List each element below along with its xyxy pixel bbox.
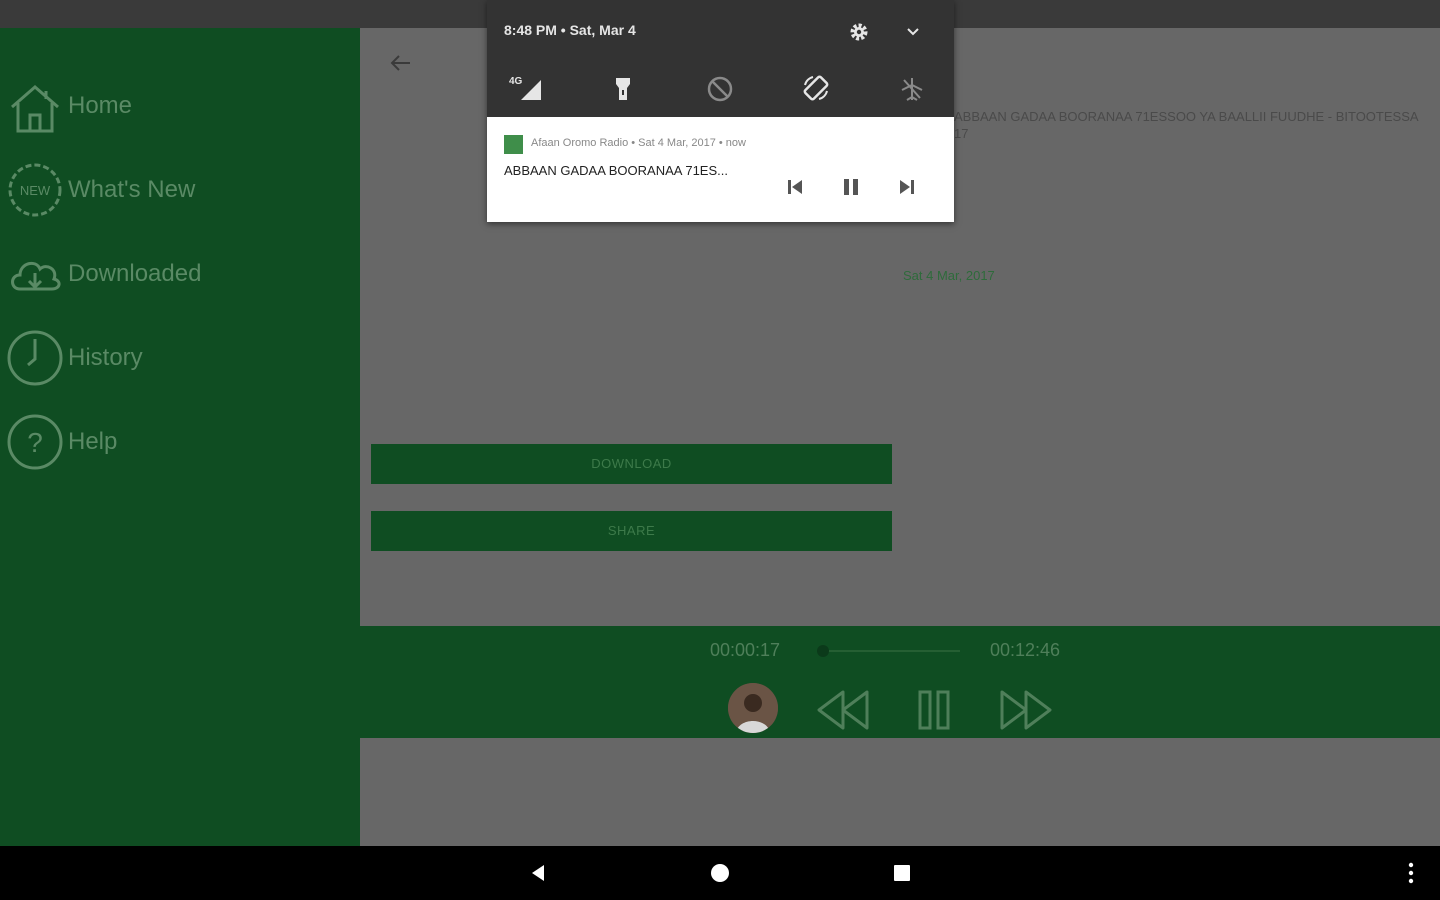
more-vertical-icon bbox=[1408, 862, 1414, 884]
arrow-left-icon bbox=[390, 55, 410, 71]
nav-recents-button[interactable] bbox=[887, 858, 917, 888]
notification-shade: 8:48 PM • Sat, Mar 4 4G Afaan Oromo Radi… bbox=[487, 0, 954, 222]
gear-icon bbox=[850, 23, 868, 41]
airplane-mode-toggle[interactable] bbox=[898, 74, 926, 104]
sidebar-item-label: What's New bbox=[68, 176, 196, 203]
episode-title-continued: 17 bbox=[954, 126, 969, 141]
pause-icon bbox=[844, 179, 858, 195]
sidebar-item-label: Home bbox=[68, 92, 133, 119]
shade-time-date: 8:48 PM • Sat, Mar 4 bbox=[504, 22, 636, 38]
sidebar-item-whats-new[interactable]: NEW What's New bbox=[6, 160, 346, 220]
pause-icon bbox=[918, 690, 950, 730]
download-button[interactable]: DOWNLOAD bbox=[371, 444, 892, 484]
do-not-disturb-icon bbox=[707, 76, 733, 102]
skip-next-icon bbox=[900, 180, 914, 194]
help-icon: ? bbox=[6, 413, 64, 471]
sidebar-item-help[interactable]: ? Help bbox=[6, 412, 346, 472]
back-button[interactable] bbox=[384, 48, 418, 78]
avatar bbox=[728, 683, 778, 733]
sidebar-item-history[interactable]: History bbox=[6, 328, 346, 388]
notification-next-button[interactable] bbox=[895, 175, 919, 199]
flashlight-toggle[interactable] bbox=[609, 74, 637, 104]
sidebar-item-label: History bbox=[68, 344, 143, 371]
seek-thumb[interactable] bbox=[817, 645, 830, 657]
sidebar-item-label: Help bbox=[68, 428, 118, 455]
notification-pause-button[interactable] bbox=[839, 175, 863, 199]
fast-forward-icon bbox=[1000, 690, 1052, 730]
skip-previous-icon bbox=[788, 180, 802, 194]
elapsed-time: 00:00:17 bbox=[710, 640, 781, 660]
quick-settings-panel: 8:48 PM • Sat, Mar 4 4G bbox=[487, 0, 954, 117]
total-time: 00:12:46 bbox=[990, 640, 1061, 660]
notification-title: ABBAAN GADAA BOORANAA 71ES... bbox=[504, 163, 728, 178]
settings-button[interactable] bbox=[847, 20, 871, 44]
auto-rotate-icon bbox=[803, 75, 829, 101]
notification-header: Afaan Oromo Radio • Sat 4 Mar, 2017 • no… bbox=[531, 137, 746, 149]
airplane-mode-icon bbox=[901, 78, 923, 101]
nav-back-button[interactable] bbox=[523, 858, 553, 888]
expand-shade-button[interactable] bbox=[901, 20, 925, 44]
episode-date: Sat 4 Mar, 2017 bbox=[903, 268, 995, 283]
nav-home-button[interactable] bbox=[705, 858, 735, 888]
chevron-down-icon bbox=[907, 28, 919, 36]
clock-icon bbox=[6, 329, 64, 387]
audio-player: 00:00:17 00:12:46 bbox=[360, 626, 1440, 738]
rewind-button[interactable] bbox=[815, 686, 871, 739]
new-badge-icon: NEW bbox=[6, 161, 64, 219]
episode-title: ABBAAN GADAA BOORANAA 71ESSOO YA BAALLII… bbox=[954, 109, 1419, 124]
navigation-drawer: Home NEW What's New Downloaded History ?… bbox=[0, 28, 360, 846]
recents-square-icon bbox=[894, 865, 910, 881]
auto-rotate-toggle[interactable] bbox=[800, 72, 832, 104]
content-area-lower bbox=[360, 738, 1440, 846]
rewind-icon bbox=[817, 690, 869, 730]
do-not-disturb-toggle[interactable] bbox=[705, 74, 735, 104]
svg-text:?: ? bbox=[27, 427, 43, 458]
sidebar-item-label: Downloaded bbox=[68, 260, 202, 287]
notification-previous-button[interactable] bbox=[783, 175, 807, 199]
app-icon bbox=[504, 135, 523, 154]
media-notification[interactable]: Afaan Oromo Radio • Sat 4 Mar, 2017 • no… bbox=[487, 117, 954, 222]
home-circle-icon bbox=[711, 864, 729, 882]
fast-forward-button[interactable] bbox=[998, 686, 1054, 739]
sidebar-item-downloaded[interactable]: Downloaded bbox=[6, 244, 346, 304]
signal-4g-icon: 4G bbox=[509, 76, 541, 100]
share-button[interactable]: SHARE bbox=[371, 511, 892, 551]
svg-text:NEW: NEW bbox=[20, 183, 51, 198]
seek-bar[interactable] bbox=[817, 645, 960, 657]
sidebar-item-home[interactable]: Home bbox=[6, 76, 346, 136]
overflow-menu-button[interactable] bbox=[1396, 858, 1426, 888]
cellular-signal-toggle[interactable]: 4G bbox=[507, 72, 543, 104]
pause-button[interactable] bbox=[916, 686, 952, 739]
cloud-download-icon bbox=[6, 245, 64, 303]
signal-4g-label: 4G bbox=[509, 76, 523, 87]
system-navigation-bar bbox=[0, 846, 1440, 900]
back-triangle-icon bbox=[532, 865, 544, 881]
flashlight-icon bbox=[616, 78, 630, 100]
home-icon bbox=[6, 77, 64, 135]
